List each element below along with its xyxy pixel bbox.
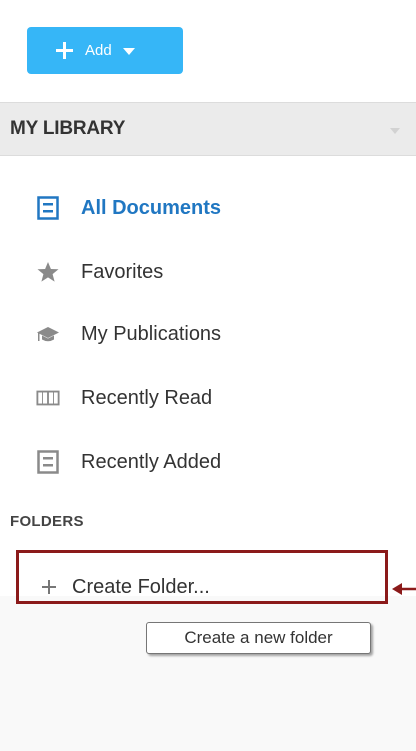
add-button[interactable]: Add [27, 27, 183, 74]
library-header[interactable]: MY LIBRARY [0, 102, 416, 156]
library-title: MY LIBRARY [10, 118, 126, 139]
sidebar-item-label: Recently Read [81, 386, 213, 409]
sidebar-item-label: Recently Added [81, 450, 222, 473]
sidebar-lower-panel [0, 596, 416, 751]
graduation-cap-icon [36, 322, 60, 346]
sidebar-item-favorites[interactable]: Favorites [36, 254, 336, 290]
document-icon [36, 196, 60, 220]
sidebar-item-recently-added[interactable]: Recently Added [36, 444, 336, 480]
highlight-annotation-box [16, 550, 388, 604]
add-button-label: Add [85, 42, 112, 59]
sidebar-item-recently-read[interactable]: Recently Read [36, 380, 336, 416]
sidebar-item-all-documents[interactable]: All Documents [36, 190, 336, 226]
plus-icon [56, 42, 73, 59]
sidebar-item-label: My Publications [81, 322, 222, 345]
collapse-caret-icon[interactable] [390, 128, 400, 134]
open-book-icon [36, 386, 60, 410]
sidebar-item-my-publications[interactable]: My Publications [36, 316, 336, 352]
document-icon [36, 450, 60, 474]
sidebar-item-label: Favorites [81, 260, 164, 283]
pointer-arrow-icon [392, 583, 416, 595]
caret-down-icon [122, 48, 135, 55]
sidebar-item-label: All Documents [81, 196, 222, 219]
star-icon [36, 260, 60, 284]
tooltip: Create a new folder [146, 622, 371, 654]
folders-section-title: FOLDERS [10, 513, 84, 530]
